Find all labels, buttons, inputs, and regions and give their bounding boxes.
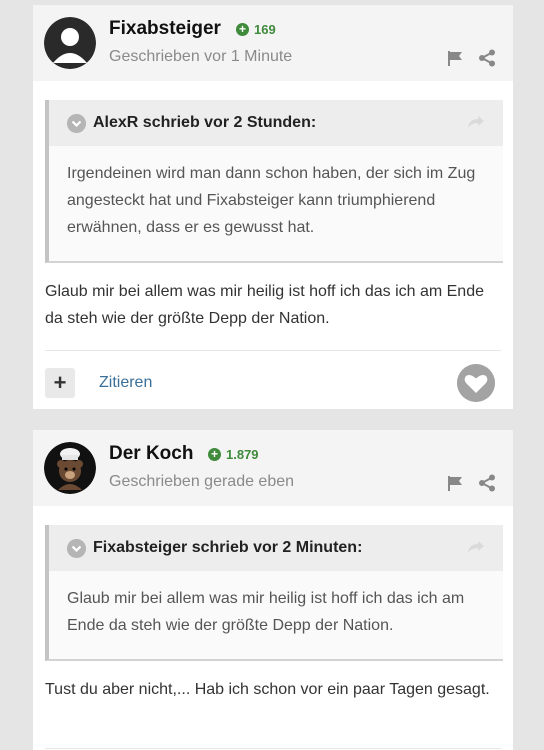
quote-text: Glaub mir bei allem was mir heilig ist h… bbox=[67, 590, 465, 634]
share-icon[interactable] bbox=[478, 474, 496, 492]
reputation-count: 1.879 bbox=[226, 447, 259, 462]
default-user-avatar-icon bbox=[44, 17, 96, 69]
post-fixabsteiger: Fixabsteiger + 169 Geschrieben vor 1 Min… bbox=[33, 5, 513, 409]
chevron-down-icon[interactable] bbox=[67, 539, 86, 558]
quote-header: Fixabsteiger schrieb vor 2 Minuten: bbox=[49, 525, 503, 571]
like-heart-icon[interactable] bbox=[457, 364, 495, 402]
quoted-post: Fixabsteiger schrieb vor 2 Minuten: Glau… bbox=[45, 525, 503, 661]
post-body: Tust du aber nicht,... Hab ich schon vor… bbox=[45, 681, 490, 698]
post-header: Der Koch + 1.879 Geschrieben gerade eben bbox=[33, 430, 513, 506]
post-body: Glaub mir bei allem was mir heilig ist h… bbox=[45, 283, 484, 327]
post-der-koch: Der Koch + 1.879 Geschrieben gerade eben bbox=[33, 430, 513, 750]
forum-topic-page: Fixabsteiger + 169 Geschrieben vor 1 Min… bbox=[0, 0, 544, 750]
quoted-post: AlexR schrieb vor 2 Stunden: Irgendeinen… bbox=[45, 100, 503, 263]
author-avatar[interactable] bbox=[44, 442, 96, 494]
reputation-plus-icon: + bbox=[236, 23, 249, 36]
multiquote-add-button[interactable]: + bbox=[45, 368, 75, 398]
author-name[interactable]: Fixabsteiger bbox=[109, 18, 221, 40]
reputation-badge: + 1.879 bbox=[208, 447, 259, 462]
chef-bear-avatar-icon bbox=[44, 442, 96, 494]
post-divider bbox=[45, 748, 501, 749]
quote-citation[interactable]: Fixabsteiger schrieb vor 2 Minuten: bbox=[93, 539, 362, 557]
reputation-plus-icon: + bbox=[208, 448, 221, 461]
post-divider bbox=[45, 350, 501, 351]
share-icon[interactable] bbox=[478, 49, 496, 67]
quote-header: AlexR schrieb vor 2 Stunden: bbox=[49, 100, 503, 146]
post-header: Fixabsteiger + 169 Geschrieben vor 1 Min… bbox=[33, 5, 513, 81]
author-name[interactable]: Der Koch bbox=[109, 443, 193, 465]
post-timestamp: Geschrieben gerade eben bbox=[109, 473, 295, 490]
quote-button[interactable]: Zitieren bbox=[99, 374, 152, 392]
reputation-badge: + 169 bbox=[236, 22, 276, 37]
reputation-count: 169 bbox=[254, 22, 276, 37]
report-flag-icon[interactable] bbox=[446, 474, 464, 492]
chevron-down-icon[interactable] bbox=[67, 114, 86, 133]
quote-text: Irgendeinen wird man dann schon haben, d… bbox=[67, 165, 476, 236]
author-avatar[interactable] bbox=[44, 17, 96, 69]
quote-citation[interactable]: AlexR schrieb vor 2 Stunden: bbox=[93, 114, 316, 132]
post-timestamp: Geschrieben vor 1 Minute bbox=[109, 48, 293, 65]
go-to-quoted-post-icon[interactable] bbox=[467, 538, 485, 556]
report-flag-icon[interactable] bbox=[446, 49, 464, 67]
go-to-quoted-post-icon[interactable] bbox=[467, 113, 485, 131]
